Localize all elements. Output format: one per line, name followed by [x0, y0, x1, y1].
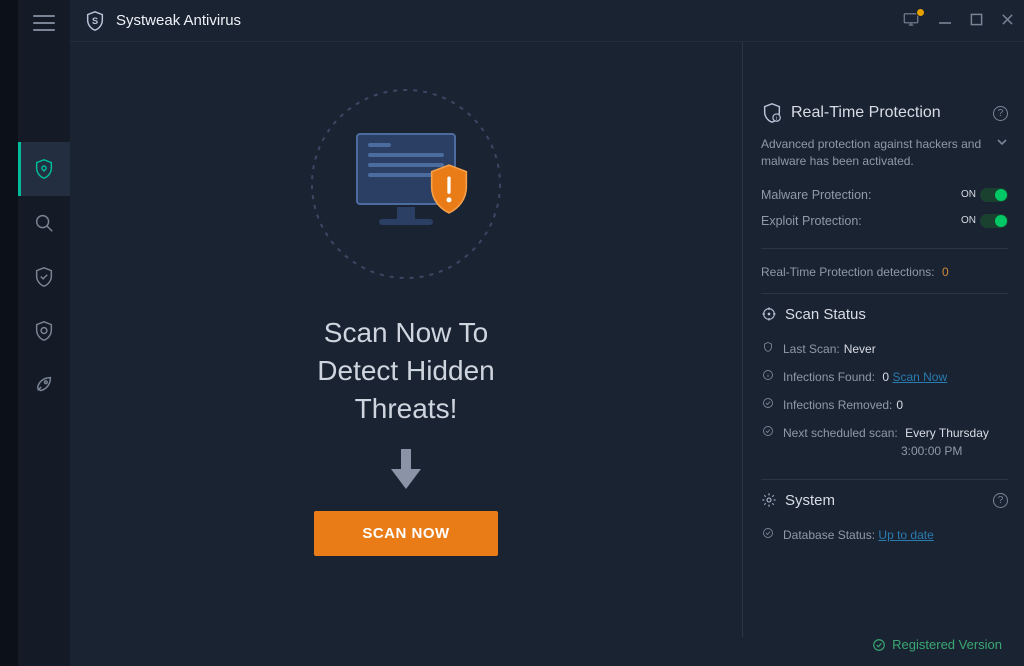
minimize-button[interactable]	[938, 12, 952, 29]
shield-small-icon	[762, 341, 774, 353]
help-button[interactable]: ?	[993, 106, 1008, 121]
hero-illustration	[306, 84, 506, 284]
realtime-description: Advanced protection against hackers and …	[761, 136, 990, 170]
left-edge-strip	[0, 0, 18, 666]
shield-check-icon	[33, 266, 55, 288]
next-scan-time: 3:00:00 PM	[783, 442, 962, 460]
sidebar-item-scan[interactable]	[18, 196, 70, 250]
app-title: Systweak Antivirus	[116, 12, 241, 29]
exploit-protection-toggle[interactable]: ON	[961, 214, 1008, 228]
sidebar-item-protect[interactable]	[18, 250, 70, 304]
brand: S Systweak Antivirus	[84, 10, 241, 32]
shield-info-icon: i	[761, 102, 783, 124]
malware-protection-label: Malware Protection:	[761, 188, 871, 202]
notifications-button[interactable]	[902, 11, 920, 30]
svg-text:i: i	[776, 116, 777, 122]
exploit-protection-label: Exploit Protection:	[761, 214, 862, 228]
right-panel: i Real-Time Protection ? Advanced protec…	[742, 42, 1024, 637]
detections-label: Real-Time Protection detections:	[761, 265, 935, 279]
sidebar-item-home[interactable]	[18, 142, 70, 196]
titlebar: S Systweak Antivirus	[70, 0, 1024, 42]
check-circle-icon	[762, 425, 774, 437]
sidebar-item-boost[interactable]	[18, 358, 70, 412]
body: S Systweak Antivirus	[70, 0, 1024, 666]
app-window: S Systweak Antivirus	[0, 0, 1024, 666]
window-controls	[902, 11, 1014, 30]
alert-shield-icon	[427, 163, 471, 215]
last-scan-row: Last Scan:Never	[761, 335, 1008, 363]
maximize-button[interactable]	[970, 13, 983, 29]
system-title: System	[785, 492, 835, 509]
app-logo-icon: S	[84, 10, 106, 32]
system-help-button[interactable]: ?	[993, 493, 1008, 508]
next-scan-row: Next scheduled scan: Every Thursday 3:00…	[761, 419, 1008, 465]
database-status-link[interactable]: Up to date	[878, 528, 933, 542]
sidebar-item-extra[interactable]	[18, 304, 70, 358]
target-icon	[761, 306, 777, 322]
registered-version-label: Registered Version	[892, 637, 1002, 652]
monitor-graphic	[351, 129, 461, 239]
detections-value: 0	[942, 265, 949, 279]
infections-removed-row: Infections Removed:0	[761, 391, 1008, 419]
scan-status-title: Scan Status	[785, 306, 866, 323]
down-arrow-icon	[388, 445, 424, 493]
realtime-title: Real-Time Protection	[791, 104, 941, 122]
shield-e-icon	[33, 320, 55, 342]
gear-icon	[761, 492, 777, 508]
sidebar	[18, 0, 70, 666]
system-section: System ? Database Status: Up to date	[761, 492, 1008, 563]
check-circle-icon	[762, 397, 774, 409]
sidebar-items	[18, 142, 70, 412]
exploit-protection-row: Exploit Protection: ON	[761, 208, 1008, 234]
scan-now-button[interactable]: SCAN NOW	[314, 511, 497, 556]
hero-headline: Scan Now To Detect Hidden Threats!	[317, 314, 494, 427]
scan-status-section: Scan Status Last Scan:Never Infections F…	[761, 306, 1008, 480]
detections-row: Real-Time Protection detections: 0	[761, 261, 1008, 294]
shield-lock-icon	[33, 158, 55, 180]
rocket-icon	[33, 374, 55, 396]
realtime-protection-section: i Real-Time Protection ? Advanced protec…	[761, 102, 1008, 249]
database-status-row: Database Status: Up to date	[761, 521, 1008, 549]
content: Scan Now To Detect Hidden Threats! SCAN …	[70, 42, 1024, 637]
menu-button[interactable]	[18, 4, 70, 42]
hero: Scan Now To Detect Hidden Threats! SCAN …	[70, 42, 742, 637]
info-icon	[762, 369, 774, 381]
scan-now-link[interactable]: Scan Now	[892, 370, 947, 384]
check-circle-icon	[872, 638, 886, 652]
close-button[interactable]	[1001, 13, 1014, 29]
malware-protection-toggle[interactable]: ON	[961, 188, 1008, 202]
malware-protection-row: Malware Protection: ON	[761, 182, 1008, 208]
notification-badge	[916, 8, 925, 17]
check-circle-icon	[762, 527, 774, 539]
infections-found-row: Infections Found: 0 Scan Now	[761, 363, 1008, 391]
footer: Registered Version	[70, 637, 1024, 666]
svg-text:S: S	[92, 15, 98, 25]
search-icon	[33, 212, 55, 234]
chevron-down-icon[interactable]	[996, 136, 1008, 153]
